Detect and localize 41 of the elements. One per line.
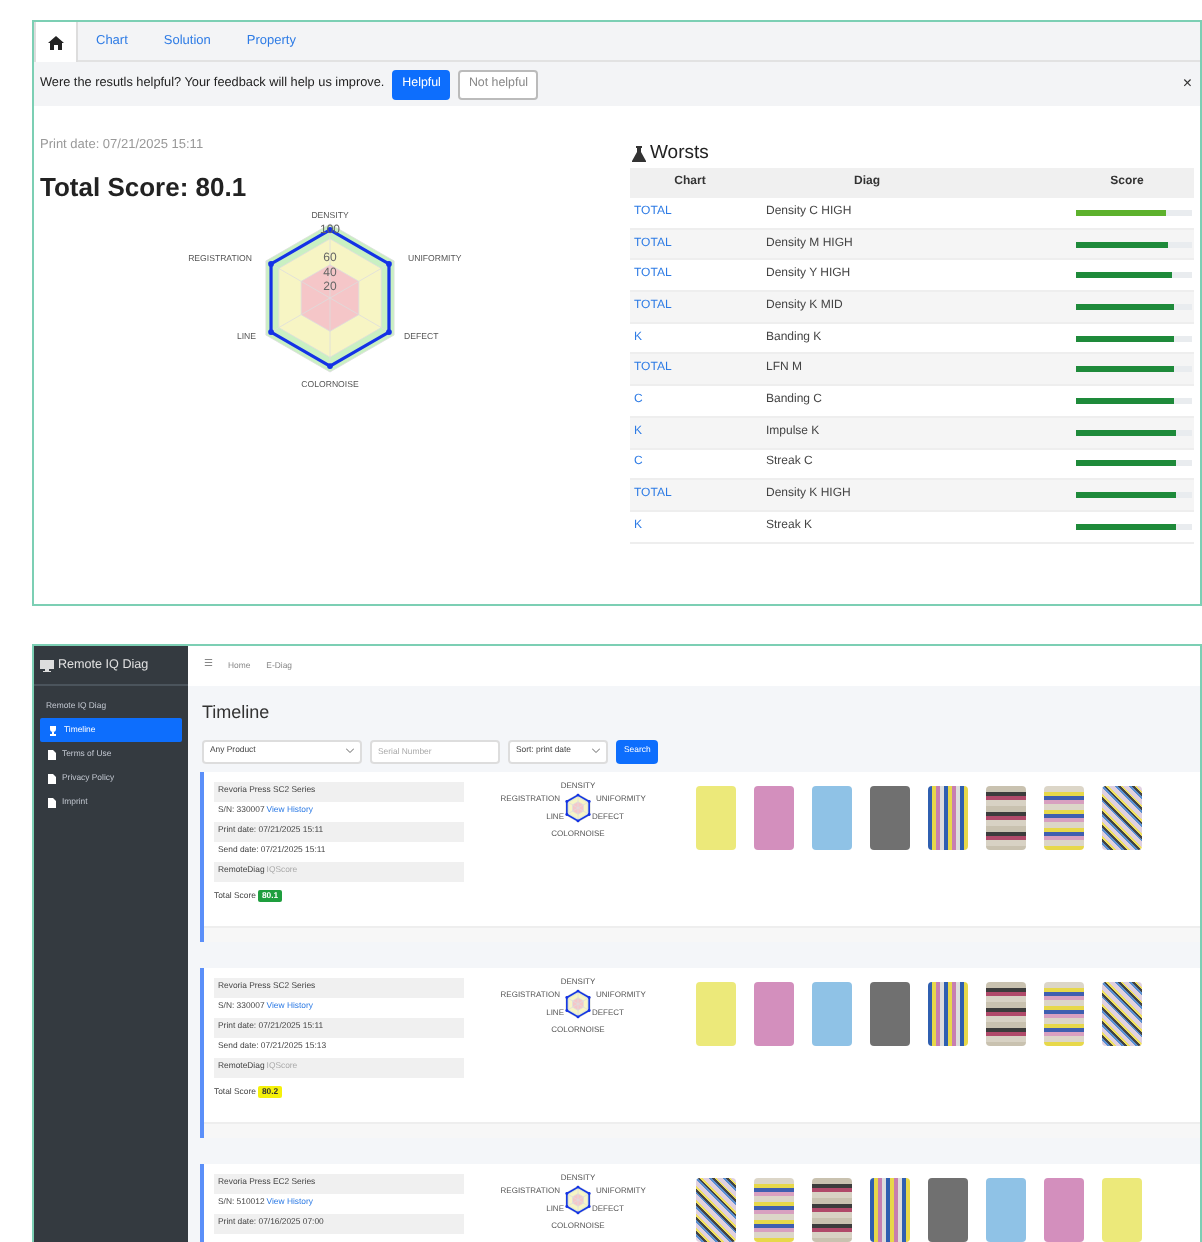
print-sample-thumbnail[interactable] xyxy=(754,1177,794,1241)
file-icon xyxy=(48,797,56,808)
print-sample-thumbnail[interactable] xyxy=(754,981,794,1045)
chevron-down-icon xyxy=(346,748,354,754)
print-sample-thumbnail[interactable] xyxy=(1102,981,1142,1045)
print-sample-thumbnail[interactable] xyxy=(928,981,968,1045)
print-sample-thumbnail[interactable] xyxy=(928,1177,968,1241)
print-sample-thumbnail[interactable] xyxy=(812,981,852,1045)
radar-chart-drawing xyxy=(565,792,591,822)
print-sample-thumbnail[interactable] xyxy=(1044,785,1084,849)
radar-chart-drawing xyxy=(565,1184,591,1214)
print-sample-thumbnail[interactable] xyxy=(696,981,736,1045)
print-sample-thumbnail[interactable] xyxy=(812,1177,852,1241)
print-sample-thumbnail[interactable] xyxy=(986,981,1026,1045)
chevron-down-icon xyxy=(592,748,600,754)
print-sample-thumbnail[interactable] xyxy=(696,1177,736,1241)
print-sample-thumbnail[interactable] xyxy=(986,785,1026,849)
radar-chart-drawing xyxy=(565,988,591,1018)
home-tab[interactable] xyxy=(34,22,78,62)
flask-icon xyxy=(632,146,646,162)
print-sample-thumbnail[interactable] xyxy=(870,785,910,849)
print-sample-thumbnail[interactable] xyxy=(1044,1177,1084,1241)
print-sample-thumbnail[interactable] xyxy=(1102,785,1142,849)
print-sample-thumbnail[interactable] xyxy=(928,785,968,849)
print-sample-thumbnail[interactable] xyxy=(870,1177,910,1241)
total-score: Total Score: 80.1 xyxy=(40,173,247,200)
print-sample-thumbnail[interactable] xyxy=(870,981,910,1045)
print-sample-thumbnail[interactable] xyxy=(812,785,852,849)
section-title: Worsts xyxy=(650,139,709,168)
monitor-icon xyxy=(40,659,54,671)
print-sample-thumbnail[interactable] xyxy=(696,785,736,849)
trophy-icon xyxy=(48,725,58,736)
home-icon xyxy=(48,35,64,49)
page-title: Timeline xyxy=(200,700,272,726)
file-icon xyxy=(48,773,56,784)
close-button[interactable]: × xyxy=(1182,76,1192,92)
print-sample-thumbnail[interactable] xyxy=(1044,981,1084,1045)
file-icon xyxy=(48,749,56,760)
print-sample-thumbnail[interactable] xyxy=(1102,1177,1142,1241)
print-sample-thumbnail[interactable] xyxy=(986,1177,1026,1241)
print-sample-thumbnail[interactable] xyxy=(754,785,794,849)
